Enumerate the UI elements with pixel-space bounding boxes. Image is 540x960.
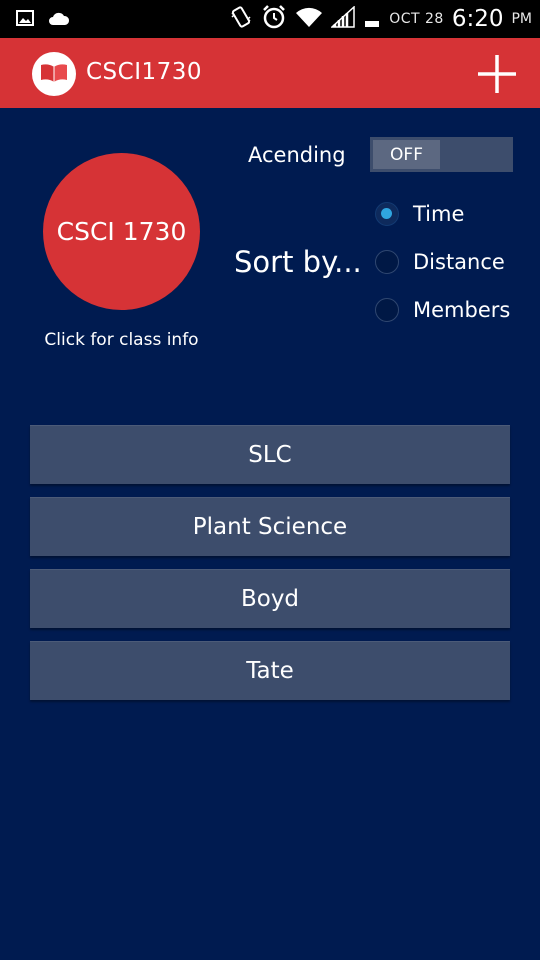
sort-option-distance[interactable]: Distance — [375, 248, 505, 276]
radio-unchecked-icon — [375, 298, 399, 322]
toggle-knob: OFF — [373, 140, 440, 169]
plus-icon — [476, 55, 518, 99]
location-button-plant-science[interactable]: Plant Science — [30, 497, 510, 556]
sort-option-time[interactable]: Time — [375, 200, 464, 228]
status-time: 6:20 — [451, 6, 504, 32]
status-bar-left — [16, 10, 70, 30]
wifi-icon — [295, 6, 323, 32]
cloud-icon — [48, 11, 70, 30]
sort-option-label: Time — [413, 202, 465, 226]
battery-icon — [363, 6, 381, 32]
radio-checked-icon — [375, 202, 399, 226]
location-label: Tate — [246, 658, 294, 684]
status-ampm: PM — [511, 11, 532, 27]
location-label: Boyd — [240, 586, 300, 612]
book-icon — [39, 61, 69, 87]
status-bar-right: OCT 28 6:20 PM — [229, 4, 532, 34]
ascending-toggle[interactable]: OFF — [370, 137, 513, 172]
add-button[interactable] — [476, 53, 518, 95]
sort-option-label: Distance — [413, 250, 505, 274]
class-info-hint: Click for class info — [44, 330, 199, 350]
vibrate-icon — [229, 5, 253, 33]
image-icon — [16, 10, 34, 30]
signal-icon — [330, 5, 355, 32]
radio-unchecked-icon — [375, 250, 399, 274]
sort-by-label: Sort by... — [234, 245, 362, 279]
alarm-icon — [261, 4, 287, 34]
class-info-button[interactable]: CSCI 1730 — [43, 153, 200, 310]
class-name: CSCI 1730 — [56, 217, 187, 246]
location-button-boyd[interactable]: Boyd — [30, 569, 510, 628]
location-label: Plant Science — [192, 514, 348, 540]
sort-option-members[interactable]: Members — [375, 296, 510, 324]
app-bar: CSCI1730 — [0, 38, 540, 108]
location-button-tate[interactable]: Tate — [30, 641, 510, 700]
location-button-slc[interactable]: SLC — [30, 425, 510, 484]
sort-option-label: Members — [413, 298, 511, 322]
status-date: OCT 28 — [389, 11, 444, 27]
ascending-label: Acending — [248, 143, 346, 167]
status-bar: OCT 28 6:20 PM — [0, 0, 540, 38]
app-title: CSCI1730 — [86, 59, 203, 85]
toggle-state: OFF — [390, 144, 423, 165]
location-label: SLC — [248, 442, 292, 468]
app-logo — [32, 52, 76, 96]
